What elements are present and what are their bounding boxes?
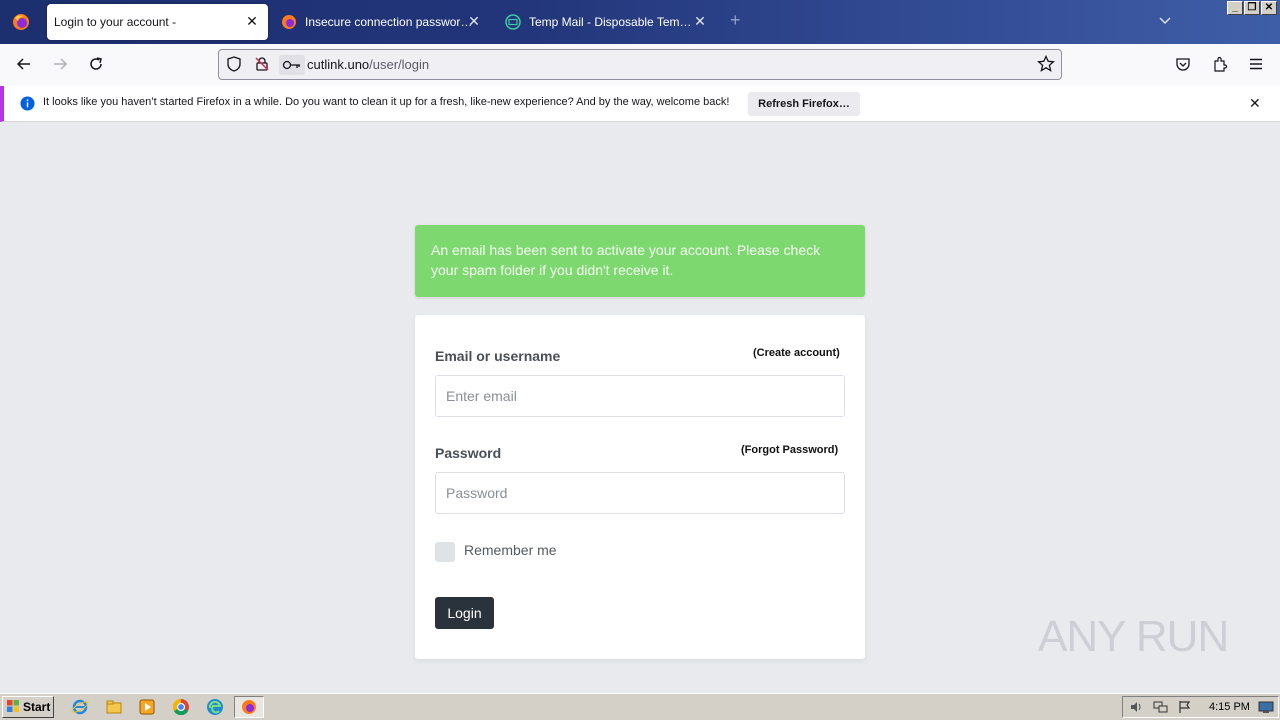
close-window-button[interactable]: ✕ [1261,1,1277,15]
chrome-icon[interactable] [171,697,191,717]
tab-title: Insecure connection password war [305,15,473,29]
firefox-view-icon[interactable] [0,0,42,44]
bookmark-star-icon[interactable] [1037,54,1055,78]
tab-title: Login to your account - [54,15,177,29]
volume-icon[interactable] [1129,700,1143,719]
tab-tempmail[interactable]: Temp Mail - Disposable Temporary E ✕ [496,4,716,40]
firefox-taskbar-icon[interactable] [234,696,264,718]
taskbar-clock[interactable]: 4:15 PM [1209,701,1250,713]
key-icon[interactable] [279,55,305,75]
screen: Login to your account - ✕ Insecure conne… [0,0,1280,720]
tempmail-icon [505,14,521,30]
tab-insecure[interactable]: Insecure connection password war ✕ [272,4,490,40]
close-tab-icon[interactable]: ✕ [244,13,260,29]
notification-message: It looks like you haven’t started Firefo… [43,96,730,108]
start-button[interactable]: Start [2,696,54,718]
extensions-icon[interactable] [1212,56,1228,77]
forward-button[interactable] [46,51,74,77]
system-tray [1122,696,1279,718]
close-tab-icon[interactable]: ✕ [466,13,482,29]
new-tab-button[interactable]: + [730,10,741,31]
password-label: Password [435,445,502,461]
close-tab-icon[interactable]: ✕ [692,13,708,29]
window-controls: _ ❐ ✕ [1227,1,1277,15]
tab-strip: Login to your account - ✕ Insecure conne… [0,0,1280,44]
refresh-firefox-button[interactable]: Refresh Firefox… [748,92,860,116]
windows-logo-icon [6,699,20,716]
remember-me-label[interactable]: Remember me [464,542,557,558]
login-button[interactable]: Login [435,597,494,629]
forgot-password-link[interactable]: (Forgot Password) [741,444,838,456]
edge-icon[interactable] [205,697,225,717]
list-all-tabs-icon[interactable] [1158,12,1172,30]
password-input[interactable] [435,472,845,514]
network-icon[interactable] [1153,700,1169,719]
anyrun-watermark: ANY RUN [1038,612,1229,661]
start-label: Start [23,700,51,714]
explorer-icon[interactable] [104,697,124,717]
pocket-icon[interactable] [1175,56,1191,77]
create-account-link[interactable]: (Create account) [753,347,840,359]
url-text[interactable]: cutlink.uno/user/login [307,57,429,72]
success-alert: An email has been sent to activate your … [415,225,865,297]
media-player-icon[interactable] [137,697,157,717]
windows-taskbar [0,693,1280,720]
close-notification-icon[interactable]: ✕ [1249,95,1261,112]
tab-title: Temp Mail - Disposable Temporary E [529,15,697,29]
restore-button[interactable]: ❐ [1244,1,1260,15]
remember-me-checkbox[interactable] [435,542,455,562]
action-center-flag-icon[interactable] [1178,700,1192,719]
tab-login[interactable]: Login to your account - ✕ [47,4,268,40]
email-label: Email or username [435,348,561,364]
menu-hamburger-icon[interactable] [1248,56,1264,77]
show-desktop-icon[interactable] [1258,700,1274,719]
tracking-shield-icon[interactable] [226,56,242,77]
reload-button[interactable] [82,51,110,77]
minimize-button[interactable]: _ [1227,1,1243,15]
ie-icon[interactable] [70,697,90,717]
back-button[interactable] [10,51,38,77]
url-host: cutlink.uno [307,57,370,72]
info-icon [20,96,35,116]
insecure-lock-icon[interactable] [254,56,270,77]
firefox-icon [281,14,297,30]
url-path: /user/login [369,57,430,72]
email-input[interactable] [435,375,845,417]
